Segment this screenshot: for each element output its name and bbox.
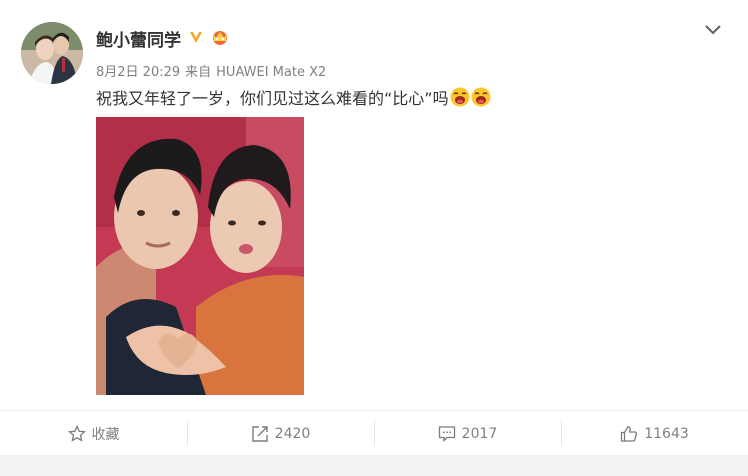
star-icon	[67, 424, 86, 443]
weibo-post-card: 鲍小蕾同学 8月2日 20:29 来自 HUAWEI Mate X2 祝我又年轻了一…	[0, 0, 748, 476]
laugh-emoji-icon	[471, 87, 491, 107]
source-prefix: 来自	[185, 65, 212, 80]
post-meta: 8月2日 20:29 来自 HUAWEI Mate X2	[96, 61, 331, 80]
repost-button[interactable]: 2420	[187, 411, 374, 456]
post-body: 祝我又年轻了一岁，你们见过这么难看的“比心”吗	[96, 89, 449, 108]
comment-icon	[438, 425, 456, 443]
repost-count: 2420	[274, 425, 311, 442]
user-badges	[188, 28, 232, 50]
username[interactable]: 鲍小蕾同学	[96, 26, 181, 51]
post-date[interactable]: 8月2日 20:29	[96, 65, 180, 80]
repost-icon	[251, 425, 269, 443]
bottom-divider	[0, 455, 748, 476]
more-options-button[interactable]	[702, 18, 724, 40]
like-button[interactable]: 11643	[561, 411, 748, 456]
comment-count: 2017	[461, 425, 498, 442]
like-count: 11643	[644, 425, 689, 442]
verified-icon[interactable]	[188, 29, 204, 49]
action-bar: 收藏 2420 2017 11643	[0, 410, 748, 456]
chevron-down-icon	[705, 20, 721, 39]
favorite-button[interactable]: 收藏	[0, 411, 187, 456]
favorite-label: 收藏	[91, 426, 120, 443]
avatar[interactable]	[21, 22, 83, 84]
like-icon	[620, 425, 638, 443]
post-text: 祝我又年轻了一岁，你们见过这么难看的“比心”吗	[96, 85, 491, 109]
laugh-emoji-icon	[450, 87, 470, 107]
comment-button[interactable]: 2017	[374, 411, 561, 456]
post-photo[interactable]	[96, 117, 304, 395]
device-name[interactable]: HUAWEI Mate X2	[216, 65, 326, 80]
member-crown-icon[interactable]	[208, 28, 232, 50]
